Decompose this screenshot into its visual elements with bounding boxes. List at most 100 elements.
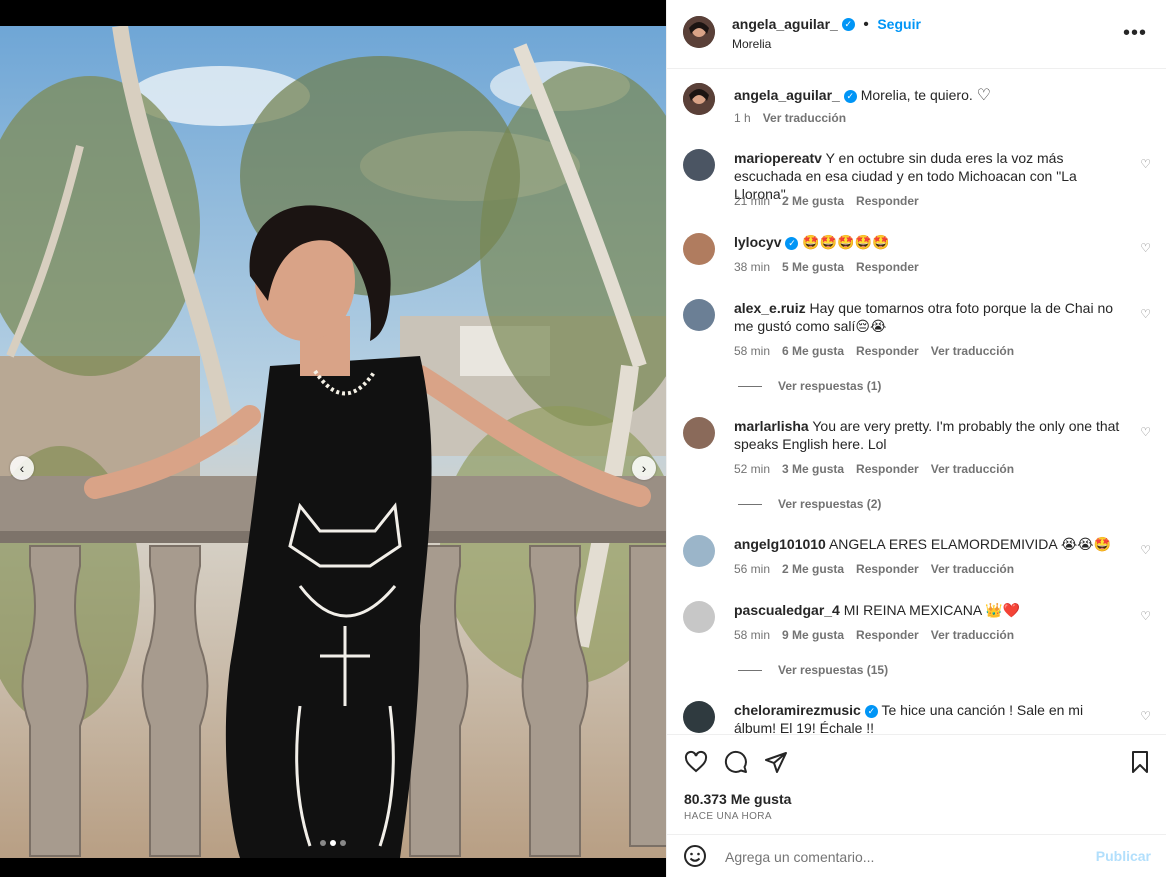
comment-username[interactable]: lylocyv [734,234,781,250]
photo-illustration [0,26,666,858]
comment-time: 38 min [734,260,771,274]
heart-icon[interactable]: ♡ [1140,425,1151,439]
comment-username[interactable]: pascualedgar_4 [734,602,840,618]
carousel-dots [0,840,666,846]
reply-button[interactable]: Responder [856,562,919,576]
carousel-dot-active [330,840,336,846]
post-panel: angela_aguilar_ ✓ • Seguir Morelia ••• an… [666,0,1166,877]
chevron-left-icon[interactable]: ‹ [10,456,34,480]
translate-button[interactable]: Ver traducción [931,628,1014,642]
avatar[interactable] [683,83,715,115]
heart-icon[interactable]: ♡ [1140,709,1151,723]
caption-translate[interactable]: Ver traducción [763,111,846,125]
comment-username[interactable]: alex_e.ruiz [734,300,806,316]
avatar[interactable] [683,701,715,733]
comment-likes[interactable]: 6 Me gusta [782,344,844,358]
heart-outline-icon: ♡ [976,87,992,104]
comment-meta: 21 min 2 Me gusta Responder [734,194,919,208]
comment-likes[interactable]: 9 Me gusta [782,628,844,642]
comment-username[interactable]: marlarlisha [734,418,809,434]
avatar[interactable] [683,233,715,265]
comment-time: 56 min [734,562,771,576]
comment-username[interactable]: cheloramirezmusic [734,702,861,718]
view-replies-button[interactable]: Ver respuestas (1) [738,379,881,393]
avatar[interactable] [683,417,715,449]
comment-text: cheloramirezmusic ✓ Te hice una canción !… [734,701,1122,733]
more-icon[interactable]: ••• [1123,22,1147,45]
comment-icon[interactable] [723,749,749,775]
comments-list: angela_aguilar_ ✓ Morelia, te quiero. ♡ 1… [667,69,1166,733]
likes-count[interactable]: 80.373 Me gusta [684,791,791,807]
comment-text: alex_e.ruiz Hay que tomarnos otra foto p… [734,299,1122,335]
translate-button[interactable]: Ver traducción [931,344,1014,358]
avatar[interactable] [683,601,715,633]
carousel-dot [340,840,346,846]
verified-icon: ✓ [785,236,799,250]
view-replies-button[interactable]: Ver respuestas (15) [738,663,888,677]
verified-icon: ✓ [843,89,857,103]
verified-icon: ✓ [864,704,878,718]
avatar-image [683,16,715,48]
post-actions: 80.373 Me gusta HACE UNA HORA [667,734,1166,835]
comment-time: 58 min [734,344,771,358]
comment-meta: 58 min 6 Me gusta Responder Ver traducci… [734,344,1014,358]
comment-likes[interactable]: 2 Me gusta [782,194,844,208]
caption-username[interactable]: angela_aguilar_ [734,87,840,103]
comment-meta: 58 min 9 Me gusta Responder Ver traducci… [734,628,1014,642]
post-location[interactable]: Morelia [732,37,771,51]
comment-text: marlarlisha You are very pretty. I'm pro… [734,417,1122,453]
comment-likes[interactable]: 5 Me gusta [782,260,844,274]
avatar-image [683,83,715,115]
publish-button[interactable]: Publicar [1096,848,1151,864]
comment-meta: 52 min 3 Me gusta Responder Ver traducci… [734,462,1014,476]
caption-meta: 1 h Ver traducción [734,111,846,125]
post-media: ‹ › [0,0,666,877]
caption-text: angela_aguilar_ ✓ Morelia, te quiero. ♡ [734,86,1122,105]
comment-text: lylocyv ✓ 🤩🤩🤩🤩🤩 [734,233,1122,251]
comment-username[interactable]: marioperеatv [734,150,822,166]
verified-icon: ✓ [841,18,855,32]
heart-icon[interactable]: ♡ [1140,609,1151,623]
reply-button[interactable]: Responder [856,628,919,642]
reply-button[interactable]: Responder [856,260,919,274]
follow-button[interactable]: Seguir [877,16,921,32]
comment-meta: 38 min 5 Me gusta Responder [734,260,919,274]
reply-button[interactable]: Responder [856,344,919,358]
translate-button[interactable]: Ver traducción [931,562,1014,576]
comment-body: 🤩🤩🤩🤩🤩 [802,234,890,250]
comment-likes[interactable]: 2 Me gusta [782,562,844,576]
translate-button[interactable]: Ver traducción [931,462,1014,476]
reply-button[interactable]: Responder [856,194,919,208]
post-username[interactable]: angela_aguilar_ [732,16,838,32]
comment-input[interactable] [723,845,1087,869]
heart-icon[interactable] [683,749,709,775]
comment-time: 21 min [734,194,771,208]
comment-username[interactable]: angelg101010 [734,536,826,552]
avatar[interactable] [683,16,715,48]
separator-dot: • [863,16,869,33]
heart-icon[interactable]: ♡ [1140,157,1151,171]
bookmark-icon[interactable] [1127,749,1153,775]
comment-body: MI REINA MEXICANA 👑❤️ [843,602,1021,618]
post-photo[interactable]: ‹ › [0,26,666,858]
heart-icon[interactable]: ♡ [1140,543,1151,557]
chevron-right-icon[interactable]: › [632,456,656,480]
share-icon[interactable] [763,749,789,775]
comment-body: ANGELA ERES ELAMORDEMIVIDA 😭😭🤩 [828,536,1111,552]
view-replies-button[interactable]: Ver respuestas (2) [738,497,881,511]
comment-likes[interactable]: 3 Me gusta [782,462,844,476]
caption-body: Morelia, te quiero. [860,87,973,103]
post-header: angela_aguilar_ ✓ • Seguir Morelia ••• [667,0,1166,69]
avatar[interactable] [683,535,715,567]
heart-icon[interactable]: ♡ [1140,241,1151,255]
reply-button[interactable]: Responder [856,462,919,476]
avatar[interactable] [683,149,715,181]
carousel-dot [320,840,326,846]
comment-text: pascualedgar_4 MI REINA MEXICANA 👑❤️ [734,601,1122,619]
heart-icon[interactable]: ♡ [1140,307,1151,321]
add-comment-bar: Publicar [667,834,1166,878]
emoji-icon[interactable] [683,844,707,873]
caption-time: 1 h [734,111,751,125]
avatar[interactable] [683,299,715,331]
comment-text: angelg101010 ANGELA ERES ELAMORDEMIVIDA … [734,535,1122,553]
